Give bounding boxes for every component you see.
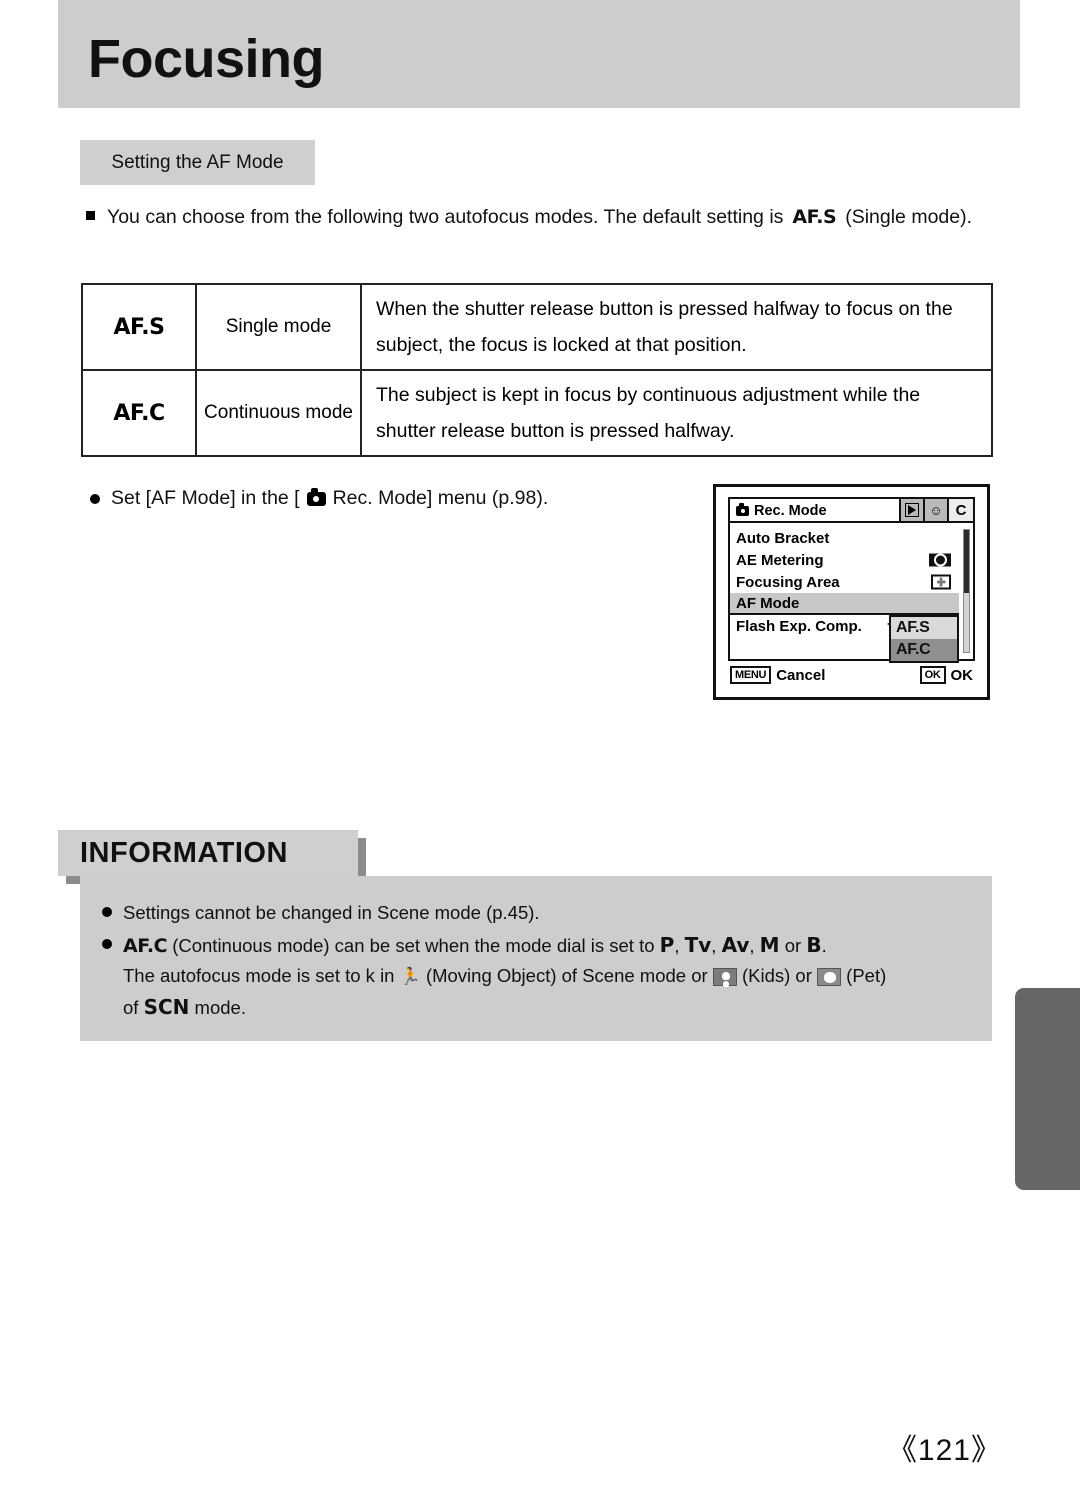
kids-icon	[712, 968, 737, 986]
info-part3: (Moving Object) of Scene mode or	[425, 965, 708, 986]
information-item-text: Settings cannot be changed in Scene mode…	[123, 902, 540, 923]
cancel-action[interactable]: MENU Cancel	[730, 666, 825, 684]
pet-icon	[817, 968, 842, 986]
ok-action[interactable]: OK OK	[919, 666, 974, 684]
cancel-label: Cancel	[776, 666, 826, 684]
menu-scrollbar[interactable]	[963, 529, 970, 653]
round-bullet-icon	[102, 907, 112, 917]
list-item: Settings cannot be changed in Scene mode…	[102, 898, 978, 928]
section-label-text: Setting the AF Mode	[111, 151, 284, 173]
lcd-menu-body: Auto Bracket AE Metering Focusing Area A…	[728, 521, 975, 663]
running-person-icon: 🏃	[399, 967, 421, 986]
dial-p: P	[659, 933, 675, 957]
camera-icon	[306, 487, 326, 506]
mode-name-cell: Single mode	[195, 283, 362, 371]
af-c-glyph: AF.C	[123, 935, 168, 957]
lcd-tab-strip: ☺ C	[899, 497, 975, 523]
dial-b: B	[806, 933, 822, 957]
lcd-menu-title: Rec. Mode	[754, 503, 827, 519]
custom-tab[interactable]: C	[949, 499, 973, 521]
information-list: Settings cannot be changed in Scene mode…	[102, 898, 978, 1025]
information-box: Settings cannot be changed in Scene mode…	[80, 876, 992, 1041]
section-label: Setting the AF Mode	[80, 140, 315, 185]
page-header-band: Focusing	[58, 0, 1020, 108]
info-part7: mode.	[194, 997, 246, 1018]
round-bullet-icon	[102, 939, 112, 949]
setup-tab[interactable]: ☺	[925, 499, 949, 521]
info-part2: The autofocus mode is set to k in	[123, 965, 395, 986]
menu-item-label: Flash Exp. Comp.	[736, 617, 862, 635]
menu-ref-text-before: Set [AF Mode] in the [	[111, 487, 300, 509]
intro-text-after: (Single mode).	[845, 206, 973, 228]
intro-paragraph: You can choose from the following two au…	[86, 204, 996, 230]
mode-description-cell: When the shutter release button is press…	[360, 283, 993, 371]
info-part5: (Pet)	[846, 965, 887, 986]
round-bullet-icon	[90, 493, 100, 504]
lcd-title-bar: Rec. Mode	[728, 497, 924, 523]
menu-item-label: AE Metering	[736, 551, 824, 569]
menu-reference-line: Set [AF Mode] in the [ Rec. Mode] menu (…	[90, 487, 548, 510]
info-part4: (Kids) or	[741, 965, 812, 986]
af-mode-table: AF.S Single mode When the shutter releas…	[81, 283, 993, 457]
information-heading: INFORMATION	[80, 836, 288, 869]
scn-glyph: SCN	[143, 995, 190, 1019]
custom-tab-label: C	[955, 501, 967, 519]
chapter-side-tab	[1015, 988, 1080, 1190]
menu-item-label: Focusing Area	[736, 573, 840, 591]
list-item: AF.C (Continuous mode) can be set when t…	[102, 930, 978, 1023]
ok-label: OK	[950, 666, 974, 684]
menu-key-badge: MENU	[730, 666, 772, 684]
mode-code-cell: AF.S	[81, 283, 197, 371]
camera-icon	[736, 503, 749, 516]
mode-name-cell: Continuous mode	[195, 369, 362, 457]
dropdown-option-af-c[interactable]: AF.C	[891, 639, 957, 661]
menu-item-focusing-area[interactable]: Focusing Area	[730, 571, 959, 593]
tools-icon: ☺	[929, 502, 943, 518]
dropdown-option-af-s[interactable]: AF.S	[891, 617, 957, 639]
menu-item-af-mode[interactable]: AF Mode	[730, 593, 959, 615]
scrollbar-thumb[interactable]	[964, 530, 969, 594]
dial-m: M	[759, 933, 780, 957]
ok-key-badge: OK	[919, 666, 946, 684]
mode-code-cell: AF.C	[81, 369, 197, 457]
information-item-rich: AF.C (Continuous mode) can be set when t…	[123, 933, 887, 1019]
menu-item-label: Auto Bracket	[736, 529, 830, 547]
mode-description-cell: The subject is kept in focus by continuo…	[360, 369, 993, 457]
focusing-area-icon	[931, 574, 951, 590]
playback-tab[interactable]	[901, 499, 925, 521]
table-row: AF.C Continuous mode The subject is kept…	[81, 369, 993, 457]
af-s-glyph: AF.S	[792, 206, 837, 228]
intro-text-before: You can choose from the following two au…	[107, 206, 784, 228]
square-bullet-icon	[86, 211, 95, 220]
lcd-menu-screenshot: Rec. Mode ☺ C Auto Bracket AE Metering F…	[713, 484, 990, 700]
info-part1: (Continuous mode) can be set when the mo…	[172, 935, 655, 956]
menu-item-auto-bracket[interactable]: Auto Bracket	[730, 527, 959, 549]
info-part6: of	[123, 997, 139, 1018]
table-row: AF.S Single mode When the shutter releas…	[81, 283, 993, 371]
dial-av: Av	[721, 933, 750, 957]
dial-tv: Tv	[684, 933, 712, 957]
page-number: 《121》	[886, 1434, 1002, 1467]
lcd-footer-bar: MENU Cancel OK OK	[728, 663, 975, 687]
page-title: Focusing	[88, 29, 325, 89]
menu-item-label: AF Mode	[736, 594, 800, 612]
information-tag: INFORMATION	[58, 830, 358, 876]
menu-item-ae-metering[interactable]: AE Metering	[730, 549, 959, 571]
af-mode-dropdown[interactable]: AF.S AF.C	[889, 615, 959, 663]
menu-ref-text-after: Rec. Mode] menu (p.98).	[332, 487, 549, 509]
play-icon	[905, 503, 919, 517]
ae-metering-icon	[929, 553, 951, 567]
